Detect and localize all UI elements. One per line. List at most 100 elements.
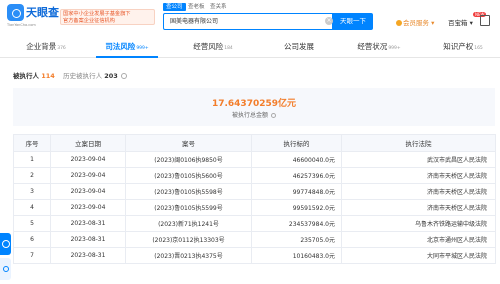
row-index: 2 xyxy=(13,167,51,184)
total-amount-summary: 17.64370259亿元 被执行总金额 xyxy=(13,88,495,126)
vip-label: 会员服务 xyxy=(403,19,429,27)
table-row[interactable]: 1 2023-09-04 (2023)闽0106执9850号 46600040.… xyxy=(13,151,496,168)
logo-text: 天眼查 xyxy=(26,6,59,19)
crown-icon xyxy=(396,20,402,26)
table-row[interactable]: 2 2023-09-04 (2023)鲁0105执5600号 46257396.… xyxy=(13,167,496,184)
info-icon[interactable] xyxy=(120,73,127,79)
row-court: 武汉市武昌区人民法院 xyxy=(341,151,496,168)
row-amount: 99774848.0元 xyxy=(251,183,342,200)
row-case-number[interactable]: (2023)鲁0105执5598号 xyxy=(125,183,252,200)
tab-count: 184 xyxy=(224,46,233,51)
tab-label: 公司发展 xyxy=(284,42,314,51)
row-court: 济南市天桥区人民法院 xyxy=(341,199,496,216)
tab-intellectual-property[interactable]: 知识产权165 xyxy=(432,36,494,58)
tab-executee[interactable]: 被执行人 114 xyxy=(13,72,57,80)
header-filing-date[interactable]: 立案日期 xyxy=(50,134,126,152)
search-button[interactable]: 天眼一下 xyxy=(333,13,373,30)
row-amount: 46257396.0元 xyxy=(251,167,342,184)
tab-label: 知识产权 xyxy=(443,42,474,51)
row-filing-date: 2023-09-04 xyxy=(50,167,126,184)
row-index: 4 xyxy=(13,199,51,216)
tab-operating-risk[interactable]: 经营风险184 xyxy=(182,36,244,58)
row-amount: 46600040.0元 xyxy=(251,151,342,168)
row-filing-date: 2023-08-31 xyxy=(50,231,126,248)
row-index: 7 xyxy=(13,247,51,264)
header-court: 执行法院 xyxy=(341,134,496,152)
tab-label: 经营状况 xyxy=(357,42,388,51)
executee-table: 序号 立案日期 案号 执行标的 执行法院 1 2023-09-04 (2023)… xyxy=(13,134,496,264)
tab-count: 165 xyxy=(474,46,483,51)
tab-enterprise-background[interactable]: 企业背景376 xyxy=(14,36,78,58)
table-row[interactable]: 7 2023-08-31 (2023)晋0213执4375号 10160483.… xyxy=(13,247,496,264)
total-amount-label-row: 被执行总金额 xyxy=(13,110,495,119)
row-filing-date: 2023-09-04 xyxy=(50,151,126,168)
tab-business-status[interactable]: 经营状况999+ xyxy=(348,36,410,58)
search-tab-relation[interactable]: 查关系 xyxy=(207,3,230,11)
row-case-number[interactable]: (2023)新71执1241号 xyxy=(125,215,252,232)
tab-history-executee[interactable]: 历史被执行人 203 xyxy=(63,72,120,80)
promo-badge: 国家中小企业发展子基金旗下 官方备案企业征信机构 xyxy=(60,9,155,25)
table-header-row: 序号 立案日期 案号 执行标的 执行法院 xyxy=(13,134,496,152)
tab-judicial-risk[interactable]: 司法风险999+ xyxy=(96,36,158,58)
logo-url: TianYanCha.com xyxy=(7,23,36,27)
history-executee-label: 历史被执行人 xyxy=(63,72,103,80)
row-amount: 10160483.0元 xyxy=(251,247,342,264)
logo[interactable]: 天眼查 TianYanCha.com xyxy=(7,4,59,28)
executee-label: 被执行人 xyxy=(13,72,39,80)
row-index: 5 xyxy=(13,215,51,232)
toolbox-menu[interactable]: 百宝箱 ▾ xyxy=(448,17,473,27)
history-executee-count: 203 xyxy=(104,72,118,80)
tab-count: 376 xyxy=(57,46,66,51)
table-row[interactable]: 5 2023-08-31 (2023)新71执1241号 234537984.0… xyxy=(13,215,496,232)
tianyancha-logo-icon xyxy=(7,4,24,21)
total-amount-value: 17.64370259 xyxy=(211,99,279,109)
tab-count: 999+ xyxy=(136,46,149,51)
row-case-number[interactable]: (2023)鲁0105执5600号 xyxy=(125,167,252,184)
header-execution-amount[interactable]: 执行标的 xyxy=(251,134,342,152)
header-index: 序号 xyxy=(13,134,51,152)
search-input[interactable]: 国美电器有限公司 xyxy=(163,13,333,30)
vip-service-link[interactable]: 会员服务 ▾ xyxy=(396,17,434,27)
floating-service-button[interactable] xyxy=(0,233,11,255)
row-case-number[interactable]: (2023)晋0213执4375号 xyxy=(125,247,252,264)
row-court: 大同市平城区人民法院 xyxy=(341,247,496,264)
active-tab-indicator xyxy=(96,56,158,58)
row-amount: 235705.0元 xyxy=(251,231,342,248)
header-case-number: 案号 xyxy=(125,134,252,152)
section-nav: 企业背景376 司法风险999+ 经营风险184 公司发展 经营状况999+ 知… xyxy=(0,36,500,58)
tab-count: 999+ xyxy=(388,46,401,51)
total-amount-label: 被执行总金额 xyxy=(232,112,269,119)
row-court: 北京市通州区人民法院 xyxy=(341,231,496,248)
row-case-number[interactable]: (2023)京0112执13303号 xyxy=(125,231,252,248)
executee-count: 114 xyxy=(41,72,55,80)
table-row[interactable]: 6 2023-08-31 (2023)京0112执13303号 235705.0… xyxy=(13,231,496,248)
search-tab-boss[interactable]: 查老板 xyxy=(185,3,208,11)
row-filing-date: 2023-09-04 xyxy=(50,183,126,200)
tab-label: 经营风险 xyxy=(193,42,224,51)
floating-help-button[interactable] xyxy=(0,258,11,280)
clear-search-icon[interactable]: × xyxy=(325,17,333,25)
total-amount-unit: 亿元 xyxy=(278,99,297,109)
info-icon[interactable] xyxy=(270,113,276,118)
row-court: 乌鲁木齐铁路运输中级法院 xyxy=(341,215,496,232)
document-icon[interactable] xyxy=(480,15,490,26)
table-row[interactable]: 4 2023-09-04 (2023)鲁0105执5599号 99591592.… xyxy=(13,199,496,216)
row-court: 济南市天桥区人民法院 xyxy=(341,167,496,184)
row-amount: 99591592.0元 xyxy=(251,199,342,216)
promo-line-2: 官方备案企业征信机构 xyxy=(63,17,115,24)
tab-label: 司法风险 xyxy=(105,42,136,51)
row-filing-date: 2023-08-31 xyxy=(50,215,126,232)
toolbox-label: 百宝箱 xyxy=(448,19,468,27)
top-bar: 天眼查 TianYanCha.com 国家中小企业发展子基金旗下 官方备案企业征… xyxy=(0,0,500,34)
row-case-number[interactable]: (2023)鲁0105执5599号 xyxy=(125,199,252,216)
tab-label: 企业背景 xyxy=(26,42,57,51)
search-tab-company[interactable]: 查公司 xyxy=(163,3,186,11)
row-index: 1 xyxy=(13,151,51,168)
row-court: 济南市天桥区人民法院 xyxy=(341,183,496,200)
executee-subtabs: 被执行人 114 历史被执行人 203 xyxy=(13,70,127,80)
row-case-number[interactable]: (2023)闽0106执9850号 xyxy=(125,151,252,168)
row-index: 6 xyxy=(13,231,51,248)
tab-company-development[interactable]: 公司发展 xyxy=(271,36,327,58)
table-row[interactable]: 3 2023-09-04 (2023)鲁0105执5598号 99774848.… xyxy=(13,183,496,200)
row-filing-date: 2023-09-04 xyxy=(50,199,126,216)
